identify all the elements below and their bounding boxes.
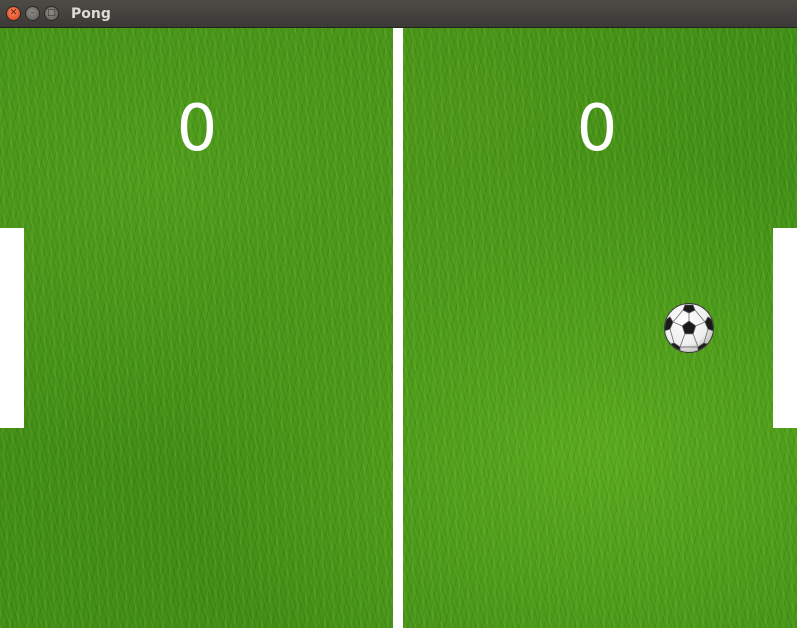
score-left: 0 — [176, 92, 218, 166]
window-title: Pong — [71, 6, 111, 22]
close-button[interactable]: ✕ — [6, 6, 21, 21]
game-field[interactable]: 0 0 — [0, 28, 797, 628]
score-right: 0 — [576, 92, 618, 166]
minimize-icon: – — [30, 8, 35, 18]
right-paddle[interactable] — [773, 228, 797, 428]
center-net — [393, 28, 403, 628]
title-bar[interactable]: ✕ – □ Pong — [0, 0, 797, 28]
maximize-icon: □ — [47, 8, 56, 18]
app-window: ✕ – □ Pong 0 0 — [0, 0, 797, 628]
left-paddle[interactable] — [0, 228, 24, 428]
maximize-button[interactable]: □ — [44, 6, 59, 21]
minimize-button[interactable]: – — [25, 6, 40, 21]
close-icon: ✕ — [9, 8, 18, 18]
soccer-ball-icon — [664, 303, 714, 353]
